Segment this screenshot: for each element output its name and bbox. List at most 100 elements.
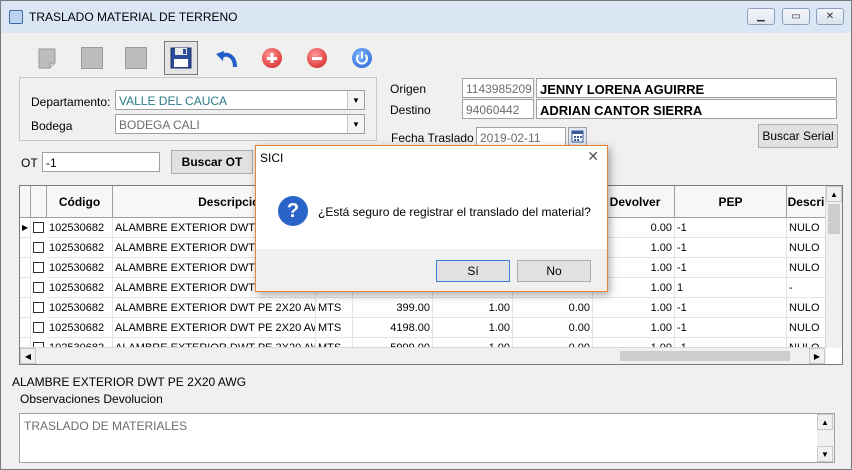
- header-pep[interactable]: PEP: [675, 186, 787, 218]
- cell-pep: -1: [675, 298, 787, 318]
- exit-button[interactable]: [345, 41, 379, 75]
- table-row[interactable]: 102530682ALAMBRE EXTERIOR DWT PE 2X20 AW…: [20, 298, 826, 318]
- cell-pep: -1: [675, 218, 787, 238]
- destino-name-field[interactable]: ADRIAN CANTOR SIERRA: [536, 99, 837, 119]
- cell-c1: 399.00: [353, 298, 433, 318]
- destino-label: Destino: [390, 103, 431, 117]
- row-selector[interactable]: ▶: [20, 218, 31, 238]
- row-selector[interactable]: [20, 258, 31, 278]
- dialog-footer: Sí No: [256, 249, 607, 291]
- bodega-select[interactable]: BODEGA CALI ▼: [115, 114, 365, 134]
- row-checkbox[interactable]: [33, 302, 44, 313]
- cell-c1: 4198.00: [353, 318, 433, 338]
- save-button[interactable]: [164, 41, 198, 75]
- grid-vertical-scrollbar[interactable]: ▲: [825, 186, 842, 348]
- cell-c2: 1.00: [433, 298, 513, 318]
- scroll-down-icon[interactable]: ▼: [817, 446, 833, 462]
- scroll-up-icon[interactable]: ▲: [817, 414, 833, 430]
- chevron-down-icon[interactable]: ▼: [347, 115, 364, 133]
- buscar-ot-button[interactable]: Buscar OT: [171, 150, 253, 174]
- close-icon: ✕: [825, 11, 835, 22]
- row-checkbox[interactable]: [33, 282, 44, 293]
- cell-pep: -1: [675, 318, 787, 338]
- confirm-dialog: SICI ✕ ? ¿Está seguro de registrar el tr…: [255, 145, 608, 292]
- row-selector[interactable]: [20, 298, 31, 318]
- textarea-scrollbar[interactable]: ▲ ▼: [817, 414, 834, 462]
- table-row[interactable]: 102530682ALAMBRE EXTERIOR DWT PE 2X20 AW…: [20, 318, 826, 338]
- cell-descr: NULO: [787, 258, 826, 278]
- bodega-label: Bodega: [31, 119, 73, 133]
- window-title: TRASLADO MATERIAL DE TERRENO: [29, 10, 238, 24]
- cell-desc: ALAMBRE EXTERIOR DWT PE 2X20 AWG: [113, 318, 316, 338]
- cell-pep: -1: [675, 258, 787, 278]
- cell-descr: NULO: [787, 318, 826, 338]
- cell-unit: MTS: [316, 298, 353, 318]
- cell-descr: NULO: [787, 238, 826, 258]
- row-checkbox[interactable]: [33, 262, 44, 273]
- new-button[interactable]: [31, 41, 65, 75]
- row-checkbox[interactable]: [33, 322, 44, 333]
- cell-descr: NULO: [787, 298, 826, 318]
- origen-id-field[interactable]: 1143985209: [462, 78, 534, 98]
- row-selector[interactable]: [20, 278, 31, 298]
- main-window: TRASLADO MATERIAL DE TERRENO ▁ ▭ ✕ Depar…: [0, 0, 852, 470]
- row-checkbox[interactable]: [33, 242, 44, 253]
- cell-pep: -1: [675, 238, 787, 258]
- delete-button[interactable]: [119, 41, 153, 75]
- header-codigo[interactable]: Código: [47, 186, 113, 218]
- maximize-button[interactable]: ▭: [782, 8, 810, 25]
- remove-button[interactable]: [300, 41, 334, 75]
- plus-icon: [262, 48, 282, 68]
- disabled-icon: [81, 47, 103, 69]
- bodega-value: BODEGA CALI: [119, 118, 200, 132]
- cell-c3: 0.00: [513, 318, 593, 338]
- ot-field[interactable]: -1: [42, 152, 160, 172]
- row-selector[interactable]: [20, 238, 31, 258]
- undo-button[interactable]: [211, 41, 245, 75]
- observaciones-label: Observaciones Devolucion: [20, 392, 163, 406]
- scroll-up-icon[interactable]: ▲: [826, 186, 842, 202]
- scroll-thumb[interactable]: [828, 204, 840, 234]
- add-button[interactable]: [255, 41, 289, 75]
- fecha-field[interactable]: 2019-02-11: [476, 127, 566, 147]
- title-bar: TRASLADO MATERIAL DE TERRENO ▁ ▭ ✕: [1, 1, 851, 33]
- calendar-icon[interactable]: [568, 127, 587, 146]
- minus-icon: [307, 48, 327, 68]
- chevron-down-icon[interactable]: ▼: [347, 91, 364, 109]
- close-button[interactable]: ✕: [816, 8, 844, 25]
- cell-descr: -: [787, 278, 826, 298]
- cell-c2: 1.00: [433, 318, 513, 338]
- scroll-thumb-horizontal[interactable]: [620, 351, 790, 361]
- departamento-select[interactable]: VALLE DEL CAUCA ▼: [115, 90, 365, 110]
- scroll-left-icon[interactable]: ◀: [20, 348, 36, 364]
- fecha-label: Fecha Traslado: [391, 131, 474, 145]
- scroll-right-icon[interactable]: ▶: [809, 348, 825, 364]
- ot-label: OT: [21, 156, 38, 170]
- edit-button[interactable]: [75, 41, 109, 75]
- destino-id-field[interactable]: 94060442: [462, 99, 534, 119]
- selected-description: ALAMBRE EXTERIOR DWT PE 2X20 AWG: [12, 375, 247, 389]
- cell-devolver: 1.00: [593, 298, 675, 318]
- dialog-close-icon[interactable]: ✕: [587, 148, 599, 165]
- header-descripcion-2[interactable]: Descri: [787, 186, 826, 218]
- origen-name-field[interactable]: JENNY LORENA AGUIRRE: [536, 78, 837, 98]
- cell-codigo: 102530682: [47, 258, 113, 278]
- cell-codigo: 102530682: [47, 298, 113, 318]
- dialog-message: ¿Está seguro de registrar el translado d…: [318, 205, 591, 219]
- row-checkbox[interactable]: [33, 222, 44, 233]
- minimize-button[interactable]: ▁: [747, 8, 775, 25]
- buscar-serial-button[interactable]: Buscar Serial: [758, 124, 838, 148]
- document-icon: [38, 48, 56, 69]
- power-icon: [352, 48, 372, 68]
- cell-codigo: 102530682: [47, 218, 113, 238]
- row-selector[interactable]: [20, 318, 31, 338]
- observaciones-textarea[interactable]: TRASLADO DE MATERIALES ▲ ▼: [19, 413, 835, 463]
- no-button[interactable]: No: [517, 260, 591, 282]
- grid-horizontal-scrollbar[interactable]: ◀ ▶: [20, 347, 826, 364]
- cell-codigo: 102530682: [47, 318, 113, 338]
- departamento-value: VALLE DEL CAUCA: [119, 94, 228, 108]
- row-selector-header: [20, 186, 31, 218]
- floppy-disk-icon: [170, 47, 192, 69]
- cell-unit: MTS: [316, 318, 353, 338]
- yes-button[interactable]: Sí: [436, 260, 510, 282]
